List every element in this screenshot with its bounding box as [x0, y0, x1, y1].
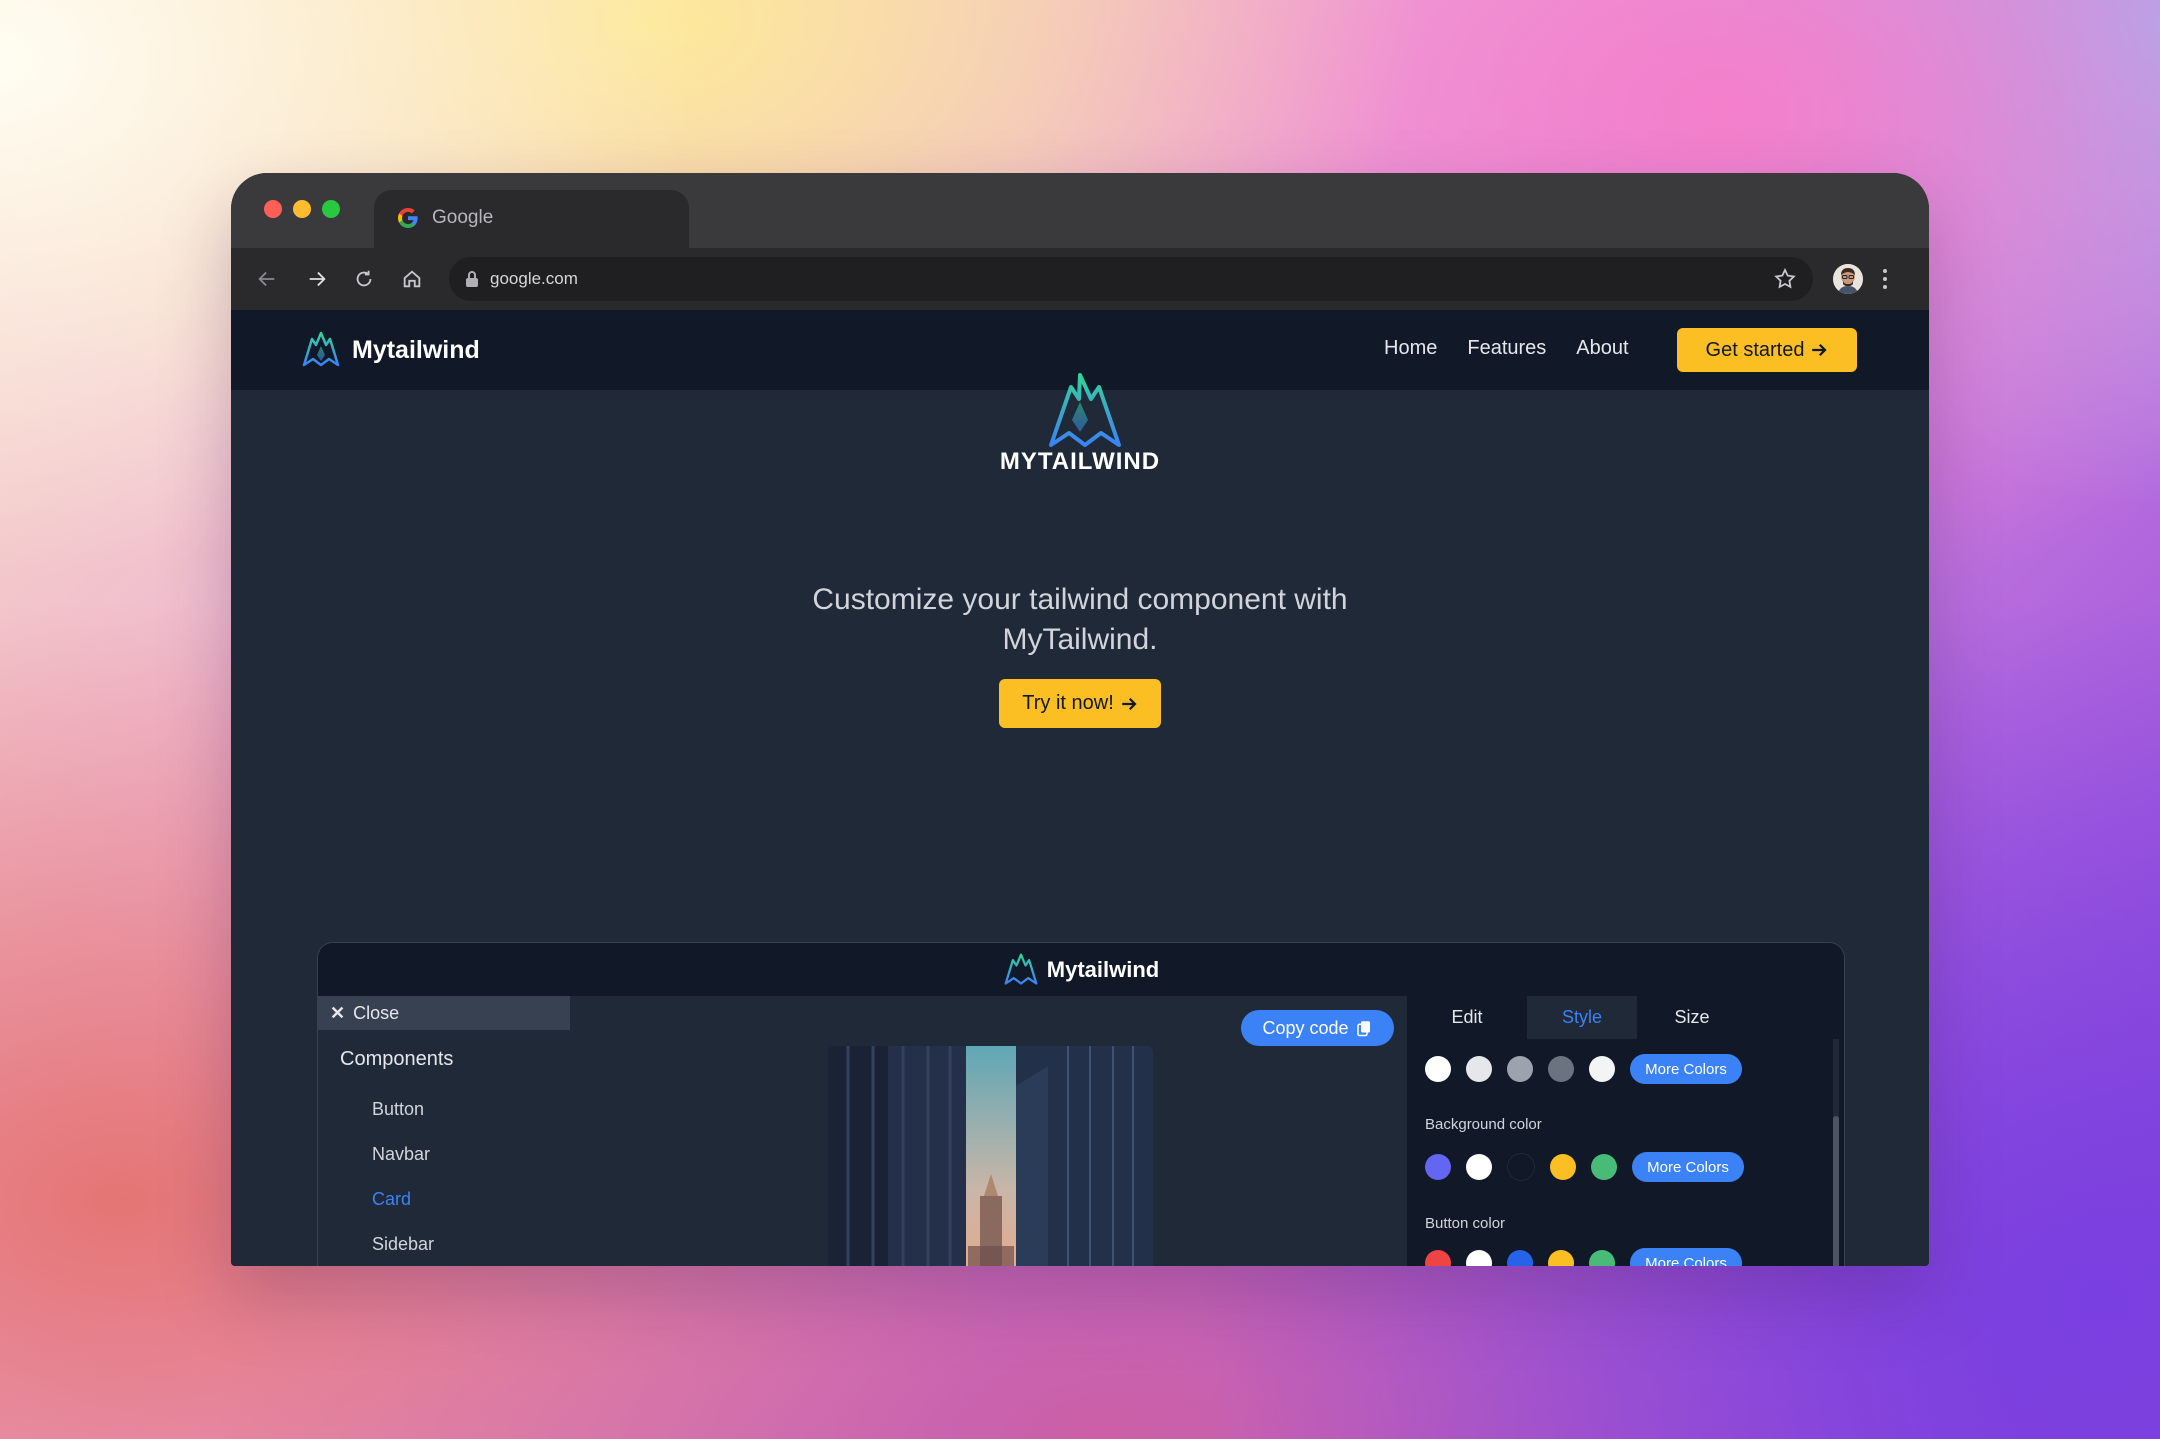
components-heading: Components: [340, 1048, 454, 1070]
reload-button[interactable]: [349, 264, 379, 294]
browser-window: Google google.com Mytailwind Home Featur…: [231, 173, 1929, 1266]
close-icon: ✕: [330, 1002, 346, 1023]
mountain-logo-icon: [302, 331, 340, 367]
nav-link-about[interactable]: About: [1576, 337, 1628, 360]
profile-avatar[interactable]: [1833, 264, 1863, 294]
nav-link-features[interactable]: Features: [1467, 337, 1546, 360]
color-swatch[interactable]: [1550, 1154, 1576, 1180]
demo-brand: Mytailwind: [318, 952, 1844, 988]
google-icon: [398, 208, 418, 228]
color-swatch[interactable]: [1591, 1154, 1617, 1180]
color-swatch[interactable]: [1548, 1056, 1574, 1082]
hero-logo: [1037, 372, 1123, 448]
home-button[interactable]: [397, 264, 427, 294]
close-label: Close: [353, 1002, 400, 1023]
more-colors-button[interactable]: More Colors: [1630, 1054, 1742, 1084]
copy-code-label: Copy code: [1262, 1017, 1349, 1038]
color-swatch[interactable]: [1425, 1056, 1451, 1082]
button-color-row: More Colors: [1425, 1248, 1742, 1266]
arrow-right-icon: [1122, 697, 1137, 710]
color-swatch[interactable]: [1507, 1056, 1533, 1082]
reload-icon: [356, 270, 372, 287]
demo-sidebar: ✕ Close Components Button Navbar Card Si…: [318, 996, 571, 1266]
hero-wordmark: MYTAILWIND: [999, 448, 1161, 475]
avatar-icon: [1833, 264, 1863, 294]
color-swatch[interactable]: [1466, 1154, 1492, 1180]
panel-scrollbar-thumb[interactable]: [1833, 1116, 1839, 1266]
website-viewport: Mytailwind Home Features About Get start…: [231, 310, 1929, 1266]
url-text: google.com: [490, 269, 578, 288]
tab-style[interactable]: Style: [1527, 996, 1637, 1039]
color-swatch[interactable]: [1507, 1153, 1535, 1181]
forward-button[interactable]: [302, 264, 332, 294]
arrow-right-icon: [1812, 343, 1828, 357]
sidebar-item-sidebar[interactable]: Sidebar: [372, 1234, 434, 1255]
customize-panel: Edit Style Size More Colors Background c…: [1407, 996, 1844, 1266]
city-street-illustration: [828, 1046, 1153, 1266]
color-swatch[interactable]: [1589, 1250, 1615, 1266]
get-started-label: Get started: [1705, 338, 1805, 361]
background-color-label: Background color: [1425, 1116, 1542, 1133]
bookmark-star-icon[interactable]: [1773, 267, 1797, 291]
panel-tabs: Edit Style Size: [1407, 996, 1844, 1039]
background-color-row: More Colors: [1425, 1152, 1744, 1182]
color-swatch[interactable]: [1466, 1250, 1492, 1266]
demo-app-frame: Mytailwind ✕ Close Components Button Nav…: [317, 942, 1845, 1266]
browser-toolbar: google.com: [231, 248, 1929, 310]
lock-icon: [466, 271, 478, 287]
color-swatch[interactable]: [1589, 1056, 1615, 1082]
nav-links: Home Features About: [1384, 337, 1629, 360]
tab-size[interactable]: Size: [1637, 996, 1747, 1039]
mountain-logo-icon: [1004, 953, 1038, 985]
home-icon: [403, 270, 421, 288]
hero-headline: Customize your tailwind component with M…: [812, 583, 1348, 656]
sidebar-close-button[interactable]: ✕ Close: [318, 996, 570, 1030]
sidebar-item-card[interactable]: Card: [372, 1189, 411, 1210]
demo-brand-name: Mytailwind: [1046, 957, 1160, 982]
site-brand[interactable]: Mytailwind: [301, 328, 480, 372]
color-swatch[interactable]: [1466, 1056, 1492, 1082]
browser-tab-bar: Google: [231, 173, 1929, 248]
button-color-label: Button color: [1425, 1215, 1506, 1232]
text-color-row: More Colors: [1425, 1054, 1742, 1084]
mountain-logo-icon: [1049, 373, 1121, 447]
brand-name: Mytailwind: [352, 335, 480, 364]
tab-title: Google: [432, 207, 494, 228]
menu-kebab-icon[interactable]: [1881, 266, 1889, 292]
color-swatch[interactable]: [1425, 1250, 1451, 1266]
nav-link-home[interactable]: Home: [1384, 337, 1437, 360]
more-colors-button[interactable]: More Colors: [1630, 1248, 1742, 1266]
card-preview-image: [828, 1046, 1153, 1266]
more-colors-button[interactable]: More Colors: [1632, 1152, 1744, 1182]
color-swatch[interactable]: [1548, 1250, 1574, 1266]
close-window-button[interactable]: [264, 200, 282, 218]
get-started-button[interactable]: Get started: [1677, 328, 1857, 372]
sidebar-item-navbar[interactable]: Navbar: [372, 1144, 430, 1165]
arrow-right-icon: [309, 271, 326, 287]
address-bar[interactable]: google.com: [449, 257, 1813, 301]
try-it-now-button[interactable]: Try it now!: [999, 679, 1161, 728]
back-button[interactable]: [252, 264, 282, 294]
copy-icon: [1356, 1021, 1370, 1037]
demo-header: Mytailwind: [318, 943, 1844, 996]
browser-tab-google[interactable]: Google: [374, 190, 689, 248]
color-swatch[interactable]: [1425, 1154, 1451, 1180]
arrow-left-icon: [258, 271, 275, 287]
tab-edit[interactable]: Edit: [1407, 996, 1527, 1039]
maximize-window-button[interactable]: [322, 200, 340, 218]
color-swatch[interactable]: [1507, 1250, 1533, 1266]
try-it-now-label: Try it now!: [1022, 692, 1114, 714]
minimize-window-button[interactable]: [293, 200, 311, 218]
sidebar-item-button[interactable]: Button: [372, 1099, 424, 1120]
copy-code-button[interactable]: Copy code: [1241, 1010, 1394, 1046]
